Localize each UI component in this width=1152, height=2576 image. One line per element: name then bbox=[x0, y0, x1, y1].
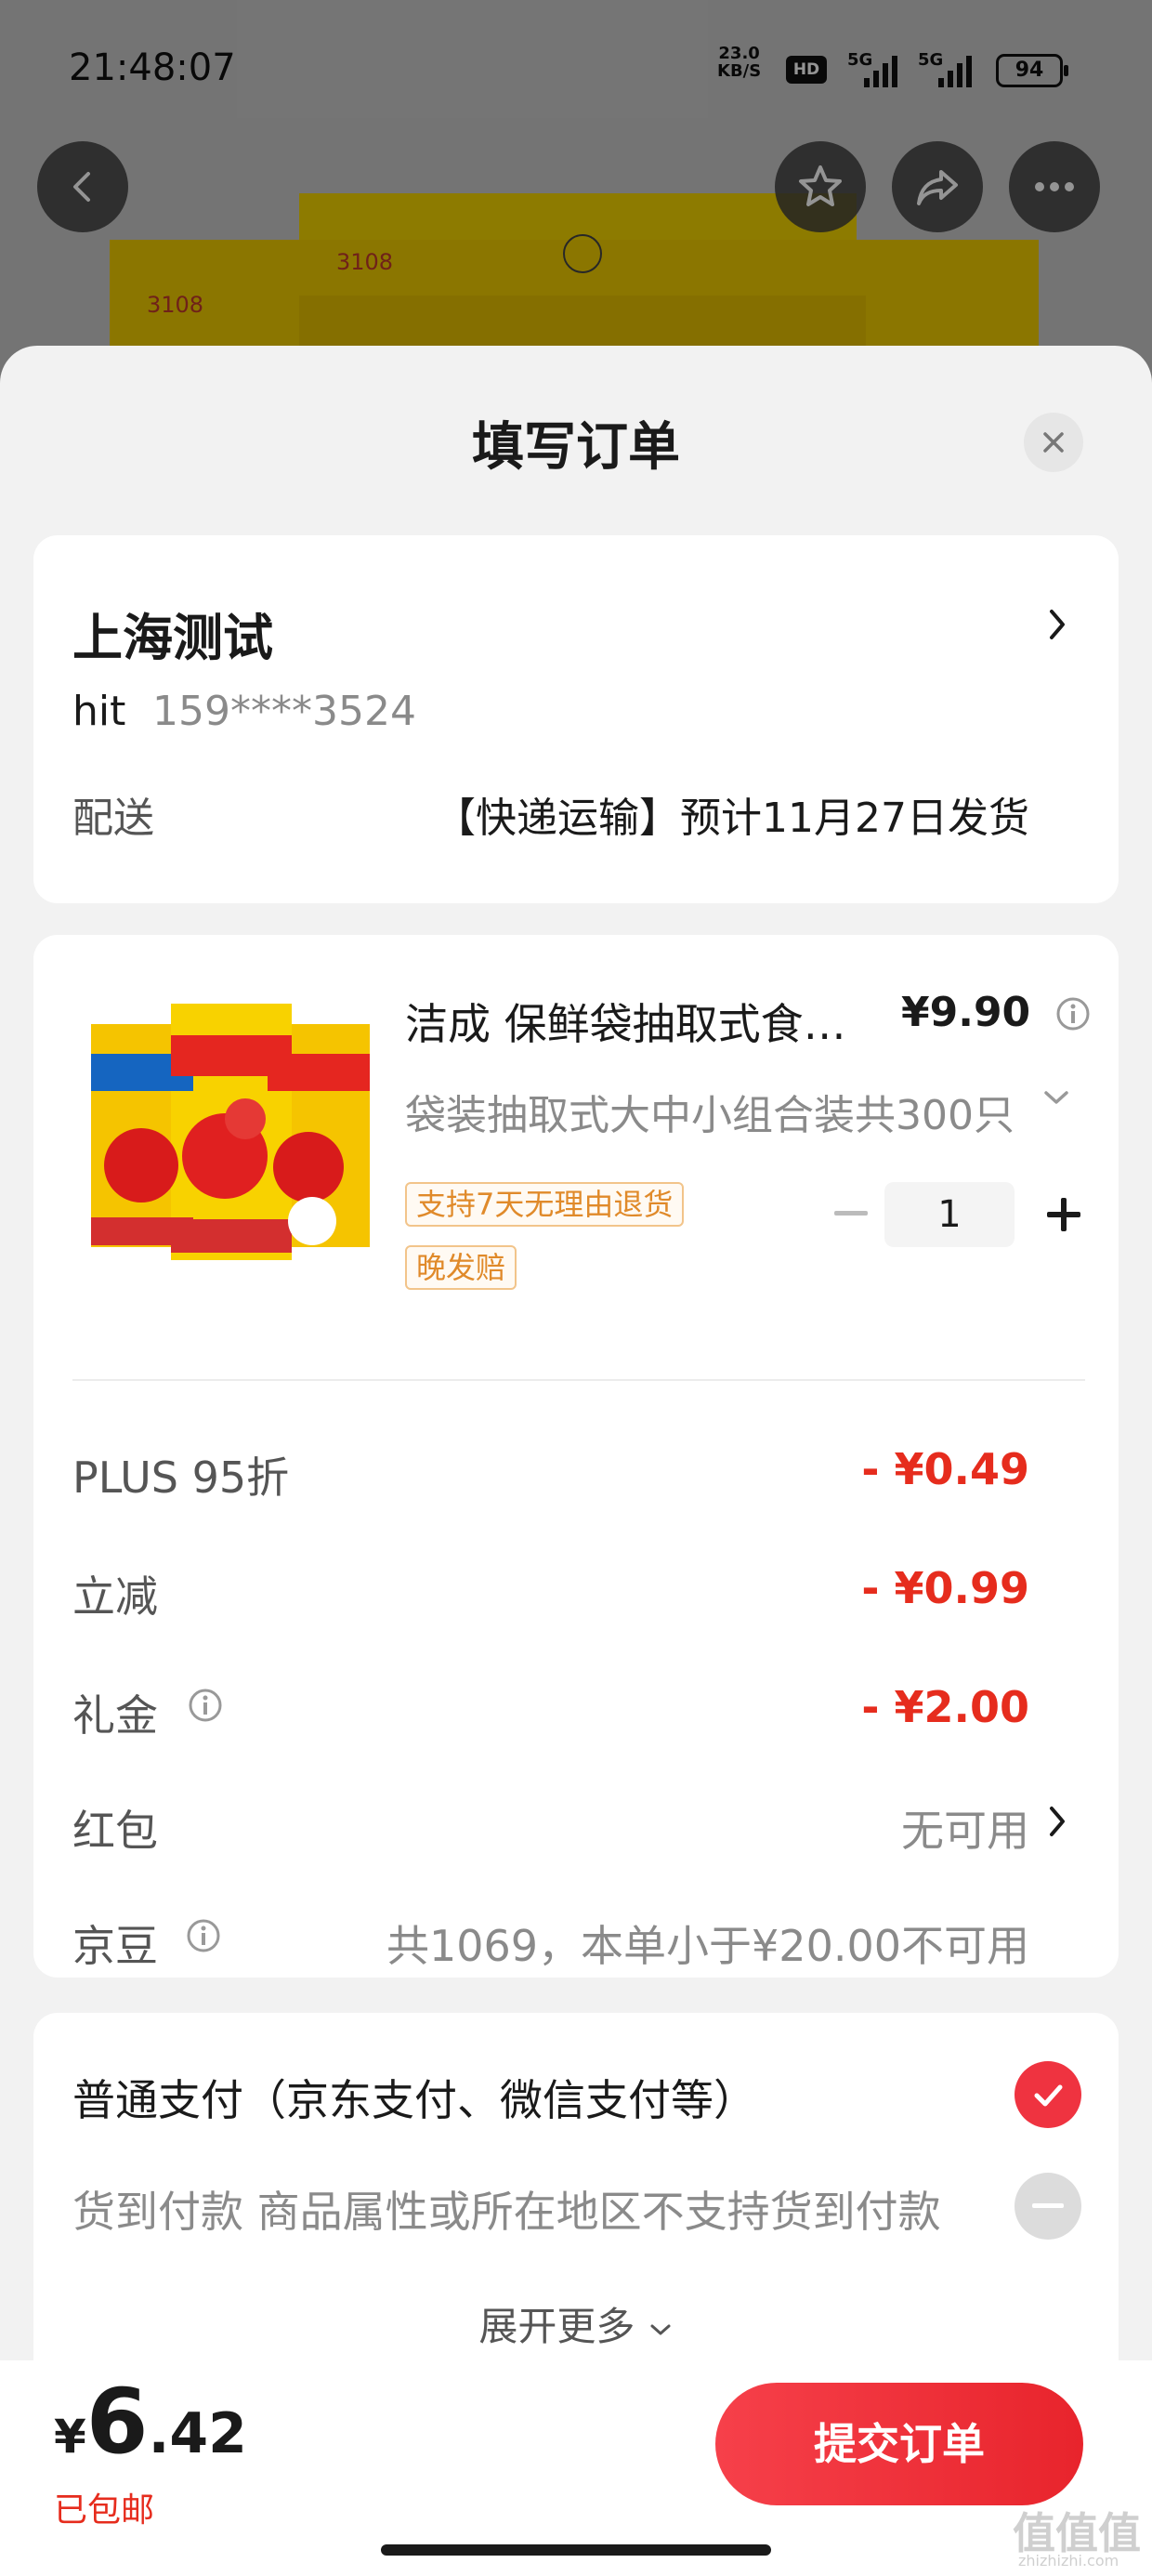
plus-discount-label: PLUS 95折 bbox=[72, 1452, 290, 1503]
return-policy-tag: 支持7天无理由退货 bbox=[405, 1182, 685, 1227]
quantity-decrease-button[interactable] bbox=[823, 1186, 879, 1242]
red-packet-value[interactable]: 无可用 bbox=[901, 1797, 1029, 1859]
instant-discount-value: - ¥0.99 bbox=[861, 1563, 1029, 1613]
order-total: ¥6.42 bbox=[54, 2370, 247, 2474]
red-packet-label: 红包 bbox=[72, 1806, 158, 1856]
watermark-url: zhizhizhi.com bbox=[1018, 2552, 1119, 2569]
late-shipping-tag: 晚发赔 bbox=[405, 1245, 517, 1290]
product-thumbnail[interactable] bbox=[85, 998, 379, 1268]
product-name[interactable]: 洁成 保鲜袋抽取式食品级家用一次性 bbox=[405, 991, 860, 1052]
home-indicator[interactable] bbox=[381, 2544, 771, 2556]
minus-icon bbox=[1032, 2203, 1064, 2208]
minus-icon bbox=[834, 1211, 868, 1216]
chevron-down-icon bbox=[650, 2324, 671, 2335]
recipient-phone: 159****3524 bbox=[152, 688, 416, 735]
free-shipping-label: 已包邮 bbox=[54, 2491, 155, 2530]
expand-more-button[interactable]: 展开更多 bbox=[33, 2295, 1119, 2352]
total-integer: 6 bbox=[85, 2370, 149, 2474]
quantity-input[interactable]: 1 bbox=[884, 1182, 1015, 1247]
order-sheet: 填写订单 上海测试 hit 159****3524 配送 【快递运输】预计11月… bbox=[0, 346, 1152, 2576]
payment-selected-check[interactable] bbox=[1015, 2061, 1081, 2128]
currency-symbol: ¥ bbox=[54, 2410, 86, 2464]
chevron-down-icon[interactable] bbox=[1041, 1085, 1072, 1111]
submit-order-button[interactable]: 提交订单 bbox=[715, 2383, 1083, 2505]
expand-more-label: 展开更多 bbox=[478, 2304, 635, 2349]
gift-money-value: - ¥2.00 bbox=[861, 1682, 1029, 1732]
payment-option-normal[interactable]: 普通支付（京东支付、微信支付等） bbox=[72, 2067, 756, 2128]
product-spec[interactable]: 袋装抽取式大中小组合装共300只 bbox=[405, 1082, 1037, 1141]
chevron-right-icon[interactable] bbox=[1044, 1803, 1070, 1840]
product-card: 洁成 保鲜袋抽取式食品级家用一次性 ¥9.90 袋装抽取式大中小组合装共300只… bbox=[33, 935, 1119, 1978]
close-icon bbox=[1043, 432, 1064, 453]
close-button[interactable] bbox=[1024, 413, 1083, 472]
instant-discount-label: 立减 bbox=[72, 1571, 158, 1622]
quantity-increase-button[interactable] bbox=[1035, 1186, 1093, 1243]
address-name: 上海测试 bbox=[72, 609, 273, 667]
address-card[interactable]: 上海测试 hit 159****3524 配送 【快递运输】预计11月27日发货 bbox=[33, 535, 1119, 903]
checkout-bar: ¥6.42 已包邮 提交订单 值值值 zhizhizhi.com bbox=[0, 2360, 1152, 2576]
info-icon[interactable] bbox=[1055, 996, 1091, 1032]
total-decimal: .42 bbox=[148, 2401, 247, 2466]
plus-discount-value: - ¥0.49 bbox=[861, 1444, 1029, 1494]
delivery-value[interactable]: 【快递运输】预计11月27日发货 bbox=[435, 784, 1029, 844]
product-price: ¥9.90 bbox=[901, 989, 1031, 1036]
plus-icon bbox=[1047, 1198, 1080, 1231]
chevron-right-icon bbox=[1050, 610, 1065, 639]
info-icon[interactable] bbox=[188, 1688, 223, 1723]
info-icon[interactable] bbox=[186, 1918, 221, 1953]
divider bbox=[72, 1379, 1085, 1381]
payment-disabled-indicator bbox=[1015, 2173, 1081, 2240]
jingdou-value: 共1069，本单小于¥20.00不可用 bbox=[386, 1921, 1029, 1971]
jingdou-label: 京豆 bbox=[72, 1921, 158, 1971]
delivery-label: 配送 bbox=[72, 795, 154, 842]
gift-money-label: 礼金 bbox=[72, 1690, 158, 1741]
recipient-name: hit bbox=[72, 688, 126, 735]
checkmark-icon bbox=[1034, 2084, 1063, 2107]
payment-option-cod: 货到付款 商品属性或所在地区不支持货到付款 bbox=[72, 2187, 941, 2237]
sheet-title: 填写订单 bbox=[472, 417, 680, 478]
